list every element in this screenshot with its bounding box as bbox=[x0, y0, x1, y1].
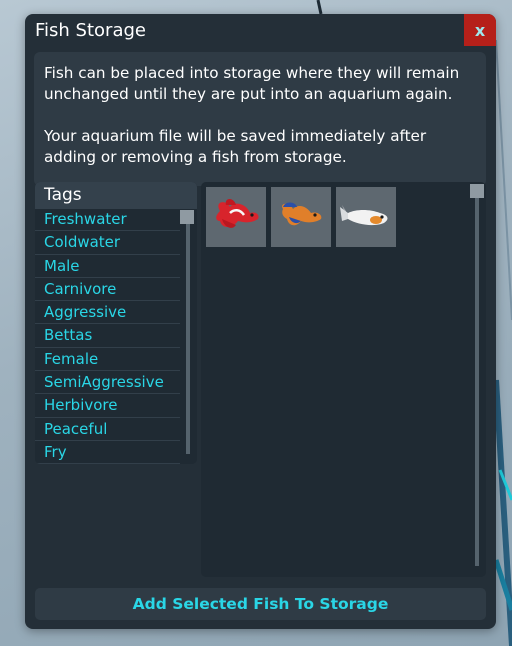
tag-item-freshwater[interactable]: Freshwater bbox=[35, 208, 180, 232]
fish-grid-panel bbox=[201, 182, 486, 577]
blue-orange-betta-fish-icon bbox=[282, 202, 322, 226]
red-betta-fish-icon bbox=[216, 199, 259, 228]
tags-scrollbar-thumb[interactable] bbox=[180, 210, 194, 224]
close-button[interactable]: x bbox=[464, 14, 496, 46]
add-selected-fish-button[interactable]: Add Selected Fish To Storage bbox=[35, 588, 486, 620]
fish-storage-dialog: Fish Storage x Fish can be placed into s… bbox=[25, 14, 496, 629]
tag-item-bettas[interactable]: Bettas bbox=[35, 324, 180, 348]
tag-item-semiaggressive[interactable]: SemiAggressive bbox=[35, 371, 180, 395]
fish-scrollbar-track[interactable] bbox=[475, 188, 479, 566]
tags-header: Tags bbox=[35, 182, 197, 209]
fish-tile-3[interactable] bbox=[336, 187, 396, 247]
tags-panel: Tags Freshwater Coldwater Male Carnivore… bbox=[35, 182, 197, 464]
tag-item-coldwater[interactable]: Coldwater bbox=[35, 231, 180, 255]
info-text-storage: Fish can be placed into storage where th… bbox=[44, 64, 460, 103]
white-orange-fish-icon bbox=[340, 205, 388, 226]
tag-item-carnivore[interactable]: Carnivore bbox=[35, 278, 180, 302]
tags-scrollbar-track[interactable] bbox=[186, 210, 190, 454]
tag-item-fry[interactable]: Fry bbox=[35, 441, 180, 464]
info-box: Fish can be placed into storage where th… bbox=[34, 52, 486, 186]
tag-item-aggressive[interactable]: Aggressive bbox=[35, 301, 180, 325]
tag-item-herbivore[interactable]: Herbivore bbox=[35, 394, 180, 418]
tags-list: Freshwater Coldwater Male Carnivore Aggr… bbox=[35, 208, 180, 464]
tag-item-peaceful[interactable]: Peaceful bbox=[35, 418, 180, 441]
tag-item-female[interactable]: Female bbox=[35, 348, 180, 372]
info-text-save: Your aquarium file will be saved immedia… bbox=[44, 127, 427, 166]
fish-tile-2[interactable] bbox=[271, 187, 331, 247]
fish-tile-1[interactable] bbox=[206, 187, 266, 247]
tag-item-male[interactable]: Male bbox=[35, 255, 180, 278]
fish-scrollbar-thumb[interactable] bbox=[470, 184, 484, 198]
dialog-title: Fish Storage bbox=[35, 20, 146, 41]
